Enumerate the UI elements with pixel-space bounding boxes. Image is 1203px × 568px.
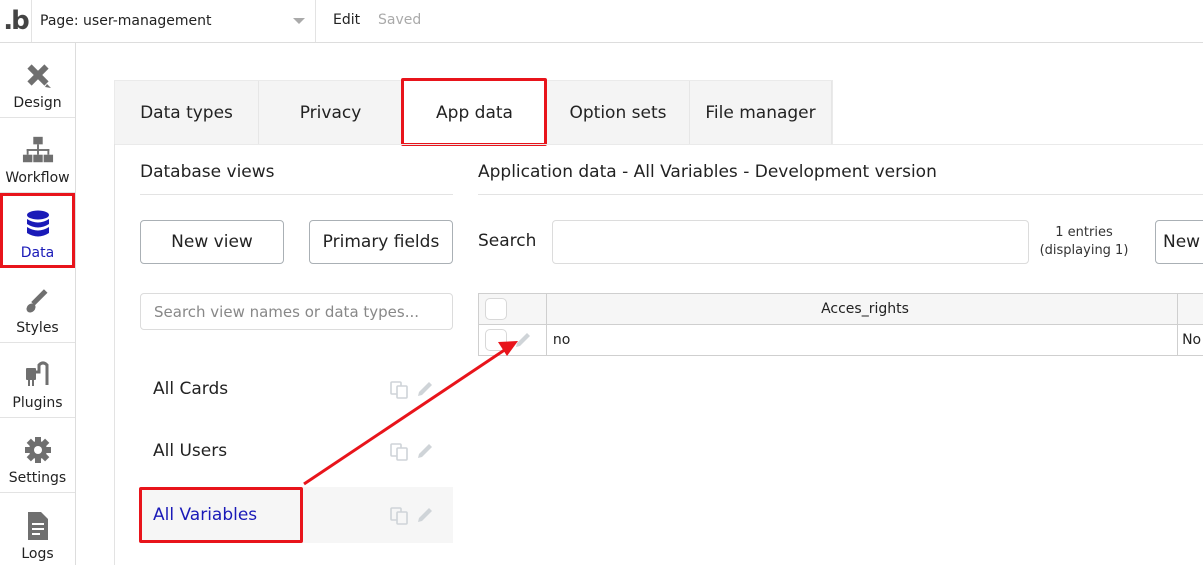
plug-icon <box>22 359 54 391</box>
bubble-logo[interactable]: .b <box>0 0 32 42</box>
pencil-icon[interactable] <box>513 330 533 350</box>
sidebar-item-data[interactable]: Data <box>0 193 75 268</box>
copy-icon[interactable] <box>389 379 409 399</box>
entries-total: 1 entries <box>1055 225 1113 240</box>
page-selector-dropdown[interactable]: Page: user-management <box>32 0 316 42</box>
left-sidebar: Design Workflow Data Styles Plugins Sett… <box>0 43 76 565</box>
column-header-acces-rights[interactable]: Acces_rights <box>547 294 1179 324</box>
view-search-input[interactable] <box>140 293 453 330</box>
pencil-icon[interactable] <box>415 379 435 399</box>
primary-fields-button[interactable]: Primary fields <box>309 220 453 264</box>
logo-text: .b <box>3 6 29 36</box>
divider <box>114 144 1203 145</box>
app-data-title: Application data - All Variables - Devel… <box>478 162 937 182</box>
sidebar-item-label: Styles <box>16 320 59 336</box>
view-item-label: All Users <box>153 441 228 461</box>
chevron-down-icon <box>293 18 305 24</box>
new-entry-button[interactable]: New <box>1155 220 1203 264</box>
view-item-label: All Cards <box>153 379 229 399</box>
sidebar-item-design[interactable]: Design <box>0 43 75 118</box>
view-actions <box>389 441 435 461</box>
divider <box>114 144 115 565</box>
row-select-cell <box>479 325 547 355</box>
tab-data-types[interactable]: Data types <box>115 81 259 145</box>
design-icon <box>22 59 54 91</box>
pencil-icon[interactable] <box>415 505 435 525</box>
brush-icon <box>22 284 54 316</box>
view-actions <box>389 379 435 399</box>
copy-icon[interactable] <box>389 441 409 461</box>
pencil-icon[interactable] <box>415 441 435 461</box>
tab-file-manager[interactable]: File manager <box>690 81 832 145</box>
sidebar-item-workflow[interactable]: Workflow <box>0 118 75 193</box>
table-row: no No <box>479 325 1203 356</box>
workflow-icon <box>22 134 54 166</box>
divider <box>140 194 453 195</box>
table-cell[interactable]: No <box>1178 325 1203 355</box>
sidebar-item-styles[interactable]: Styles <box>0 268 75 343</box>
data-search-input[interactable] <box>552 220 1029 264</box>
sidebar-item-label: Plugins <box>12 395 63 411</box>
edit-menu[interactable]: Edit <box>333 12 360 28</box>
table-cell[interactable]: no <box>547 325 1179 355</box>
database-icon <box>22 209 54 241</box>
sidebar-item-label: Settings <box>8 470 67 486</box>
entries-count: 1 entries (displaying 1) <box>1034 224 1134 260</box>
table-header-row: Acces_rights <box>479 294 1203 325</box>
database-views-title: Database views <box>140 162 275 182</box>
column-header-extra[interactable] <box>1178 294 1203 324</box>
document-icon <box>22 510 54 542</box>
view-actions <box>389 505 435 525</box>
data-tabs: Data types Privacy App data Option sets … <box>114 80 833 145</box>
view-item-all-variables[interactable]: All Variables <box>140 487 453 543</box>
tab-option-sets[interactable]: Option sets <box>547 81 690 145</box>
search-label: Search <box>478 231 537 251</box>
row-checkbox[interactable] <box>485 329 507 351</box>
sidebar-item-label: Workflow <box>5 170 70 186</box>
sidebar-item-logs[interactable]: Logs <box>0 493 75 568</box>
view-item-label: All Variables <box>153 505 258 525</box>
data-table: Acces_rights no No <box>478 293 1203 356</box>
top-bar: .b Page: user-management Edit Saved <box>0 0 1203 43</box>
gear-icon <box>22 434 54 466</box>
tab-privacy[interactable]: Privacy <box>259 81 403 145</box>
select-all-checkbox[interactable] <box>485 298 507 320</box>
new-view-button[interactable]: New view <box>140 220 284 264</box>
copy-icon[interactable] <box>389 505 409 525</box>
sidebar-item-plugins[interactable]: Plugins <box>0 343 75 418</box>
sidebar-item-label: Data <box>20 245 55 261</box>
view-item-all-users[interactable]: All Users <box>140 423 453 479</box>
tab-app-data[interactable]: App data <box>403 81 547 145</box>
view-item-all-cards[interactable]: All Cards <box>140 361 453 417</box>
entries-displaying: (displaying 1) <box>1039 243 1129 258</box>
select-all-cell <box>479 294 547 324</box>
save-status: Saved <box>378 12 422 28</box>
sidebar-item-settings[interactable]: Settings <box>0 418 75 493</box>
sidebar-item-label: Design <box>13 95 62 111</box>
page-selector-label: Page: user-management <box>40 13 212 29</box>
sidebar-item-label: Logs <box>21 546 54 562</box>
divider <box>478 194 1203 195</box>
